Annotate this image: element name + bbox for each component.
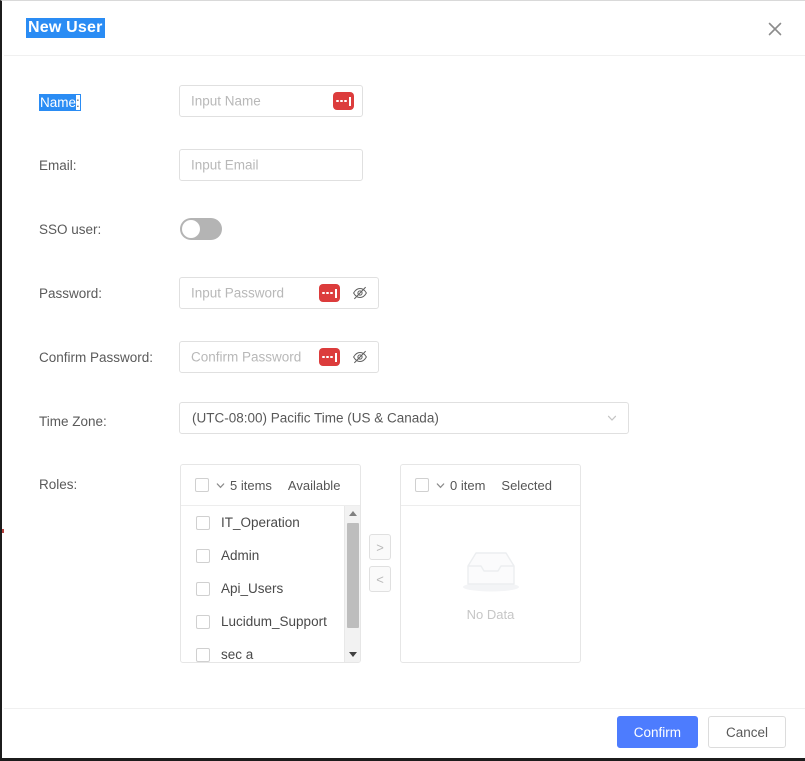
email-input[interactable]: Input Email — [179, 149, 363, 181]
eye-slash-icon[interactable] — [352, 349, 368, 365]
name-input-placeholder: Input Name — [191, 93, 261, 109]
sso-user-toggle[interactable] — [180, 218, 222, 240]
chevron-down-icon[interactable] — [215, 480, 226, 491]
roles-label: Roles: — [39, 477, 78, 492]
list-item[interactable]: Api_Users — [181, 572, 360, 605]
new-user-dialog: New User Name: Input Name Email: Input E… — [0, 0, 805, 761]
cancel-button[interactable]: Cancel — [708, 716, 786, 748]
role-checkbox[interactable] — [196, 614, 210, 629]
roles-available-panel: 5 items Available IT_Operation Admin Api… — [180, 464, 361, 663]
confirm-password-input-placeholder: Confirm Password — [191, 349, 302, 365]
dialog-body: Name: Input Name Email: Input Email SSO … — [4, 56, 805, 708]
password-input-placeholder: Input Password — [191, 285, 285, 301]
scroll-down-arrow-icon[interactable] — [345, 647, 360, 662]
available-panel-header: 5 items Available — [181, 465, 360, 506]
dialog-title: New User — [26, 18, 105, 38]
role-checkbox[interactable] — [196, 515, 210, 530]
available-title: Available — [287, 477, 341, 493]
list-item-label: Api_Users — [221, 581, 284, 596]
inbox-empty-icon — [458, 546, 524, 599]
list-item[interactable]: Lucidum_Support — [181, 605, 360, 638]
selected-title: Selected — [501, 477, 552, 493]
name-input[interactable]: Input Name — [179, 85, 363, 117]
available-list[interactable]: IT_Operation Admin Api_Users Lucidum_Sup… — [181, 506, 360, 662]
sso-user-label: SSO user: — [39, 222, 102, 237]
list-item-label: Lucidum_Support — [221, 614, 327, 629]
password-autofill-icon[interactable] — [319, 348, 340, 366]
role-checkbox[interactable] — [196, 581, 210, 596]
selected-count: 0 item — [450, 477, 486, 493]
list-item-label: IT_Operation — [221, 515, 300, 530]
list-item[interactable]: IT_Operation — [181, 506, 360, 539]
transfer-buttons: > < — [369, 534, 391, 592]
selected-select-all-checkbox[interactable] — [415, 478, 429, 492]
selected-empty-state: No Data — [401, 506, 580, 662]
password-autofill-icon[interactable] — [319, 284, 340, 302]
selected-panel-header: 0 item Selected — [401, 465, 580, 506]
list-item-label: sec a — [221, 647, 254, 662]
name-label: Name: — [39, 94, 81, 111]
scroll-up-arrow-icon[interactable] — [345, 506, 360, 521]
time-zone-label: Time Zone: — [39, 414, 107, 429]
password-autofill-icon[interactable] — [333, 92, 354, 110]
empty-state-label: No Data — [466, 607, 515, 622]
email-label: Email: — [39, 158, 77, 173]
scrollbar-thumb[interactable] — [347, 523, 359, 628]
confirm-password-label: Confirm Password: — [39, 350, 154, 365]
dialog-header: New User — [4, 1, 805, 56]
time-zone-select[interactable]: (UTC-08:00) Pacific Time (US & Canada) — [179, 402, 629, 434]
move-right-button[interactable]: > — [369, 534, 391, 560]
close-icon[interactable] — [764, 18, 786, 40]
chevron-down-icon[interactable] — [435, 480, 446, 491]
available-list-scrollbar[interactable] — [344, 506, 360, 662]
dialog-footer: Confirm Cancel — [4, 708, 805, 755]
list-item[interactable]: sec a — [181, 638, 360, 662]
confirm-password-input[interactable]: Confirm Password — [179, 341, 379, 373]
roles-selected-panel: 0 item Selected No Data — [400, 464, 581, 663]
email-input-placeholder: Input Email — [191, 157, 259, 173]
available-count: 5 items — [230, 477, 272, 493]
list-item-label: Admin — [221, 548, 260, 563]
role-checkbox[interactable] — [196, 647, 210, 662]
eye-slash-icon[interactable] — [352, 285, 368, 301]
time-zone-value: (UTC-08:00) Pacific Time (US & Canada) — [192, 410, 439, 426]
available-select-all-checkbox[interactable] — [195, 478, 209, 492]
confirm-button[interactable]: Confirm — [616, 716, 698, 748]
password-input[interactable]: Input Password — [179, 277, 379, 309]
toggle-knob — [182, 220, 200, 238]
chevron-down-icon — [606, 412, 618, 424]
move-left-button[interactable]: < — [369, 566, 391, 592]
role-checkbox[interactable] — [196, 548, 210, 563]
password-label: Password: — [39, 286, 103, 301]
list-item[interactable]: Admin — [181, 539, 360, 572]
